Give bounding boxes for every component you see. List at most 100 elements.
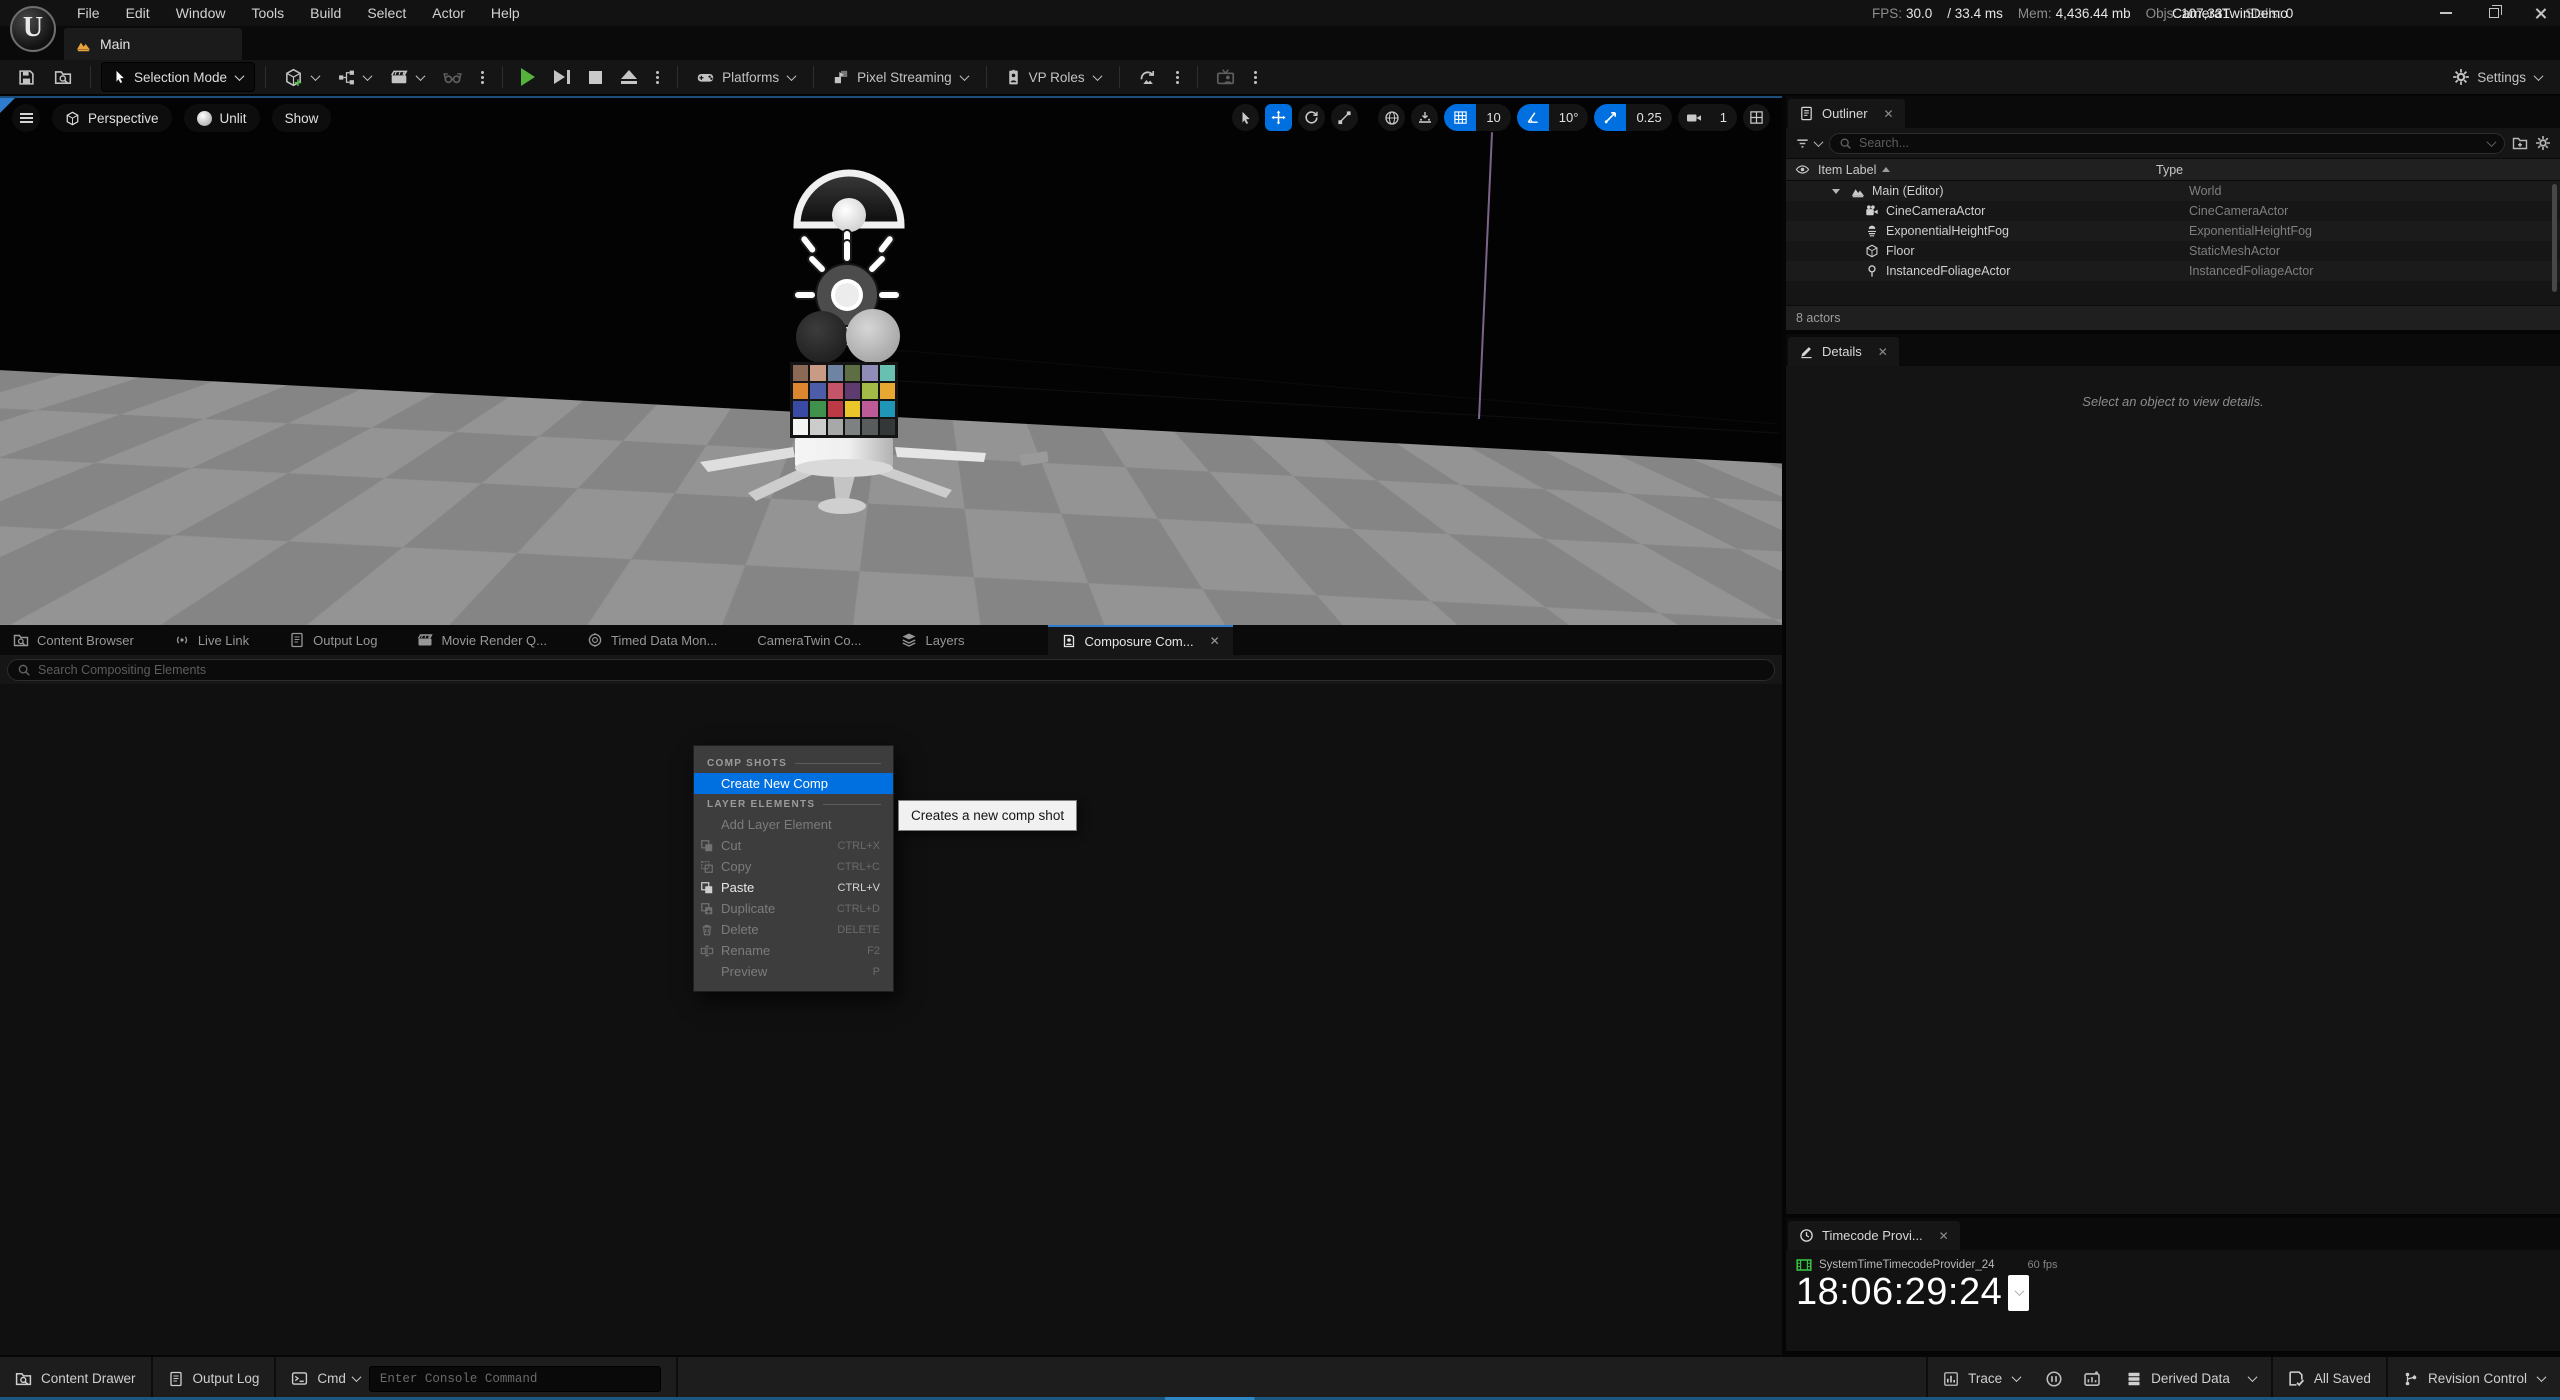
scale-snap-control[interactable]: 0.25 xyxy=(1594,104,1671,131)
insights-session-button[interactable] xyxy=(2035,1357,2073,1400)
menu-help[interactable]: Help xyxy=(478,0,533,26)
timecode-dropdown-button[interactable] xyxy=(2008,1275,2029,1311)
menu-edit[interactable]: Edit xyxy=(113,0,163,26)
type-column-header[interactable]: Type xyxy=(2156,163,2183,177)
blueprints-dropdown[interactable] xyxy=(330,62,379,92)
tab-layers[interactable]: Layers xyxy=(888,625,977,655)
xr-preview-button[interactable] xyxy=(435,62,470,92)
tab-output-log[interactable]: Output Log xyxy=(276,625,390,655)
expander-icon[interactable] xyxy=(1832,189,1840,194)
outliner-row-exponentialheightfog[interactable]: ExponentialHeightFog ExponentialHeightFo… xyxy=(1786,221,2560,241)
play-settings-kebab[interactable] xyxy=(648,62,667,92)
view-mode-dropdown[interactable]: Unlit xyxy=(184,104,260,132)
tab-composure-compositing[interactable]: Composure Com...✕ xyxy=(1048,625,1233,655)
close-tab-icon[interactable]: ✕ xyxy=(1939,1229,1949,1243)
tab-cameratwin-controller[interactable]: CameraTwin Co... xyxy=(744,625,874,655)
visibility-column-header[interactable] xyxy=(1786,162,1818,177)
rotate-tool-button[interactable] xyxy=(1298,104,1325,131)
menu-item-paste[interactable]: PasteCTRL+V xyxy=(694,877,893,898)
translate-tool-button[interactable] xyxy=(1265,104,1292,131)
viewport-options-menu-button[interactable] xyxy=(12,104,40,132)
play-options-kebab[interactable] xyxy=(473,62,492,92)
menu-item-copy[interactable]: CopyCTRL+C xyxy=(694,856,893,877)
menu-item-preview[interactable]: PreviewP xyxy=(694,961,893,982)
tab-timecode-provider[interactable]: Timecode Provi... ✕ xyxy=(1788,1221,1960,1250)
outliner-row-floor[interactable]: Floor StaticMeshActor xyxy=(1786,241,2560,261)
close-tab-icon[interactable]: ✕ xyxy=(1878,345,1888,359)
source-control-save-status[interactable]: All Saved xyxy=(2273,1357,2386,1400)
menu-item-duplicate[interactable]: DuplicateCTRL+D xyxy=(694,898,893,919)
remote-session-button[interactable] xyxy=(1208,62,1243,92)
outliner-row-instancedfoliageactor[interactable]: InstancedFoliageActor InstancedFoliageAc… xyxy=(1786,261,2560,281)
menu-window[interactable]: Window xyxy=(163,0,239,26)
cinematics-dropdown[interactable] xyxy=(382,62,432,92)
add-actor-dropdown[interactable]: + xyxy=(276,62,327,92)
surface-snapping-button[interactable] xyxy=(1411,104,1438,131)
console-command-input[interactable] xyxy=(369,1366,661,1392)
browse-content-button[interactable] xyxy=(46,62,80,92)
tab-movie-render-queue[interactable]: Movie Render Q... xyxy=(404,625,560,655)
outliner-search-box[interactable] xyxy=(1829,133,2505,154)
menu-item-rename[interactable]: RenameF2 xyxy=(694,940,893,961)
tab-main-level[interactable]: Main xyxy=(64,28,242,60)
skip-button[interactable] xyxy=(546,62,578,92)
outliner-search-input[interactable] xyxy=(1859,136,2479,150)
tab-outliner[interactable]: Outliner ✕ xyxy=(1788,99,1905,128)
scale-tool-button[interactable] xyxy=(1331,104,1358,131)
menu-tools[interactable]: Tools xyxy=(238,0,297,26)
outliner-scrollbar[interactable] xyxy=(2552,184,2557,292)
selection-mode-dropdown[interactable]: Selection Mode xyxy=(101,62,255,92)
remote-session-kebab[interactable] xyxy=(1246,62,1265,92)
output-log-button[interactable]: Output Log xyxy=(153,1357,275,1400)
menu-item-create-new-comp[interactable]: Create New Comp xyxy=(694,773,893,794)
window-close-button[interactable] xyxy=(2524,0,2556,26)
revision-control-dropdown[interactable]: Revision Control xyxy=(2388,1357,2560,1400)
menu-item-add-layer-element[interactable]: Add Layer Element xyxy=(694,814,893,835)
outliner-row-cinecameraactor[interactable]: CineCameraActor CineCameraActor xyxy=(1786,201,2560,221)
level-viewport[interactable]: Z Y X Perspective Unlit Show xyxy=(0,96,1782,625)
world-local-toggle[interactable] xyxy=(1378,104,1405,131)
menu-select[interactable]: Select xyxy=(354,0,419,26)
compositing-search-box[interactable] xyxy=(7,659,1775,681)
platforms-dropdown[interactable]: Platforms xyxy=(688,62,803,92)
menu-build[interactable]: Build xyxy=(297,0,354,26)
menu-item-cut[interactable]: CutCTRL+X xyxy=(694,835,893,856)
pixel-streaming-dropdown[interactable]: Pixel Streaming xyxy=(824,62,976,92)
landscape-kebab[interactable] xyxy=(1168,62,1187,92)
stop-button[interactable] xyxy=(581,62,610,92)
maximize-viewport-button[interactable] xyxy=(1743,104,1770,131)
trace-dropdown[interactable]: Trace xyxy=(1928,1357,2035,1400)
menu-item-delete[interactable]: DeleteDELETE xyxy=(694,919,893,940)
tab-timed-data-monitor[interactable]: Timed Data Mon... xyxy=(574,625,730,655)
play-button[interactable] xyxy=(513,62,543,92)
close-tab-icon[interactable]: ✕ xyxy=(1884,107,1894,121)
cmd-dropdown[interactable]: Cmd xyxy=(317,1371,360,1386)
item-label-column-header[interactable]: Item Label xyxy=(1818,163,2156,177)
grid-snap-control[interactable]: 10 xyxy=(1444,104,1510,131)
camera-speed-control[interactable]: 1 xyxy=(1678,104,1737,131)
rotation-snap-control[interactable]: 10° xyxy=(1517,104,1589,131)
show-flags-dropdown[interactable]: Show xyxy=(272,104,332,132)
eject-button[interactable] xyxy=(613,62,645,92)
outliner-add-folder-button[interactable] xyxy=(2512,135,2528,151)
tab-live-link[interactable]: Live Link xyxy=(161,625,262,655)
content-drawer-button[interactable]: Content Drawer xyxy=(0,1357,151,1400)
menu-file[interactable]: File xyxy=(64,0,113,26)
select-tool-button[interactable] xyxy=(1232,104,1259,131)
outliner-settings-button[interactable] xyxy=(2535,135,2551,151)
outliner-row-world[interactable]: Main (Editor) World xyxy=(1786,181,2560,201)
tab-details[interactable]: Details ✕ xyxy=(1788,337,1899,366)
tab-content-browser[interactable]: Content Browser xyxy=(0,625,147,655)
window-restore-button[interactable] xyxy=(2478,0,2510,26)
menu-actor[interactable]: Actor xyxy=(419,0,478,26)
landscape-sync-button[interactable] xyxy=(1130,62,1165,92)
perspective-dropdown[interactable]: Perspective xyxy=(52,104,172,132)
save-button[interactable] xyxy=(10,62,43,92)
compositing-search-input[interactable] xyxy=(38,663,1765,677)
close-tab-icon[interactable]: ✕ xyxy=(1210,634,1220,648)
unreal-logo[interactable]: U xyxy=(10,6,56,52)
screenshot-trace-button[interactable] xyxy=(2073,1357,2111,1400)
vp-roles-dropdown[interactable]: VP Roles xyxy=(997,62,1109,92)
window-minimize-button[interactable] xyxy=(2430,0,2462,26)
outliner-filter-button[interactable] xyxy=(1795,136,1822,151)
